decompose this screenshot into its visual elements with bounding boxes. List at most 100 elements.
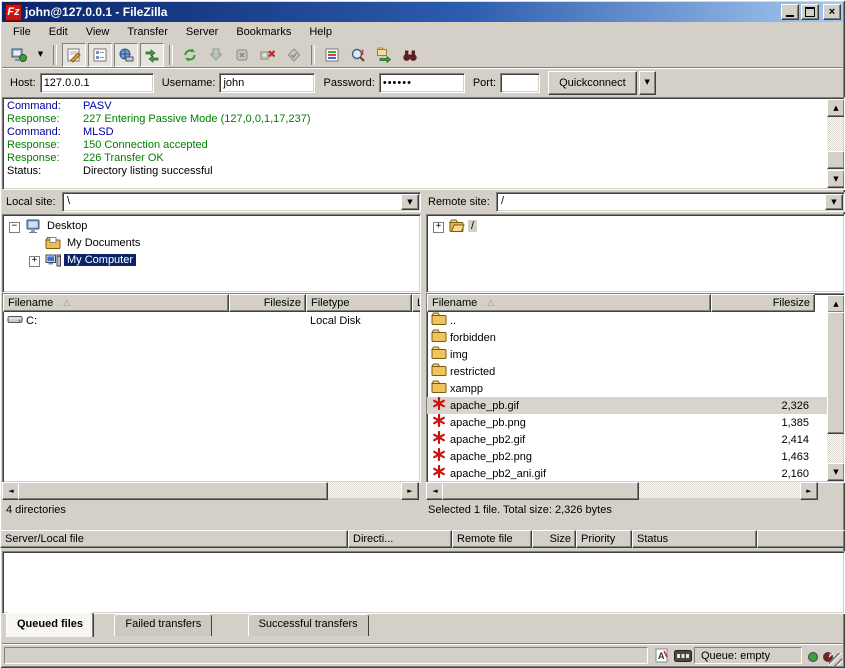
chevron-down-icon[interactable]: ▼ (401, 194, 419, 210)
toggle-local-tree-button[interactable] (88, 43, 112, 67)
remote-site-combo[interactable]: / ▼ (496, 192, 845, 212)
directory-comparison-button[interactable] (346, 43, 370, 67)
queue-column-directi-[interactable]: Directi... (348, 530, 452, 548)
log-line: Response:227 Entering Passive Mode (127,… (7, 113, 824, 126)
file-row--[interactable]: .. (427, 312, 827, 329)
folder-icon (431, 329, 447, 346)
column-header-filetype[interactable]: Filetype (306, 294, 412, 312)
speed-limits-icon[interactable] (674, 650, 692, 665)
find-files-button[interactable] (398, 43, 422, 67)
scroll-down-icon[interactable]: ▼ (827, 170, 845, 188)
reconnect-button[interactable] (282, 43, 306, 67)
queue-column-priority[interactable]: Priority (576, 530, 632, 548)
menu-bar: FileEditViewTransferServerBookmarksHelp (2, 22, 843, 42)
filename-cell: forbidden (427, 329, 711, 346)
menu-item-view[interactable]: View (77, 23, 119, 41)
port-input[interactable] (500, 73, 540, 93)
expand-icon[interactable]: + (433, 222, 444, 233)
tab-successful-transfers[interactable]: Successful transfers (248, 614, 369, 636)
image-file-icon (431, 465, 447, 482)
chevron-down-icon[interactable]: ▼ (825, 194, 843, 210)
quickconnect-dropdown-button[interactable]: ▼ (639, 71, 656, 95)
file-row-apache-pb2-ani-gif[interactable]: apache_pb2_ani.gif2,160 (427, 465, 827, 482)
remote-hscrollbar-thumb[interactable] (442, 482, 639, 500)
synchronized-browsing-button[interactable] (372, 43, 396, 67)
queue-body[interactable] (2, 551, 845, 614)
toggle-message-log-button[interactable] (62, 43, 86, 67)
disconnect-button[interactable] (256, 43, 280, 67)
folder-icon (431, 380, 447, 395)
menu-item-help[interactable]: Help (300, 23, 341, 41)
minimize-button[interactable] (781, 4, 799, 20)
directory-comparison-icon (350, 47, 366, 63)
log-scrollbar[interactable]: ▲ ▼ (827, 99, 843, 188)
refresh-button[interactable] (178, 43, 202, 67)
menu-item-transfer[interactable]: Transfer (118, 23, 177, 41)
cancel-button[interactable] (230, 43, 254, 67)
file-row-apache-pb-gif[interactable]: apache_pb.gif2,326 (427, 397, 827, 414)
process-queue-button[interactable] (204, 43, 228, 67)
queue-column-server-local-file[interactable]: Server/Local file (0, 530, 348, 548)
tab-failed-transfers[interactable]: Failed transfers (114, 614, 212, 636)
tree-item-my-documents[interactable]: My Documents (3, 235, 420, 252)
column-header-filesize[interactable]: Filesize (711, 294, 815, 312)
password-input[interactable] (379, 73, 465, 93)
remote-list-scrollbar-thumb[interactable] (827, 312, 845, 434)
site-manager-button[interactable] (7, 43, 31, 67)
filename-filters-icon (324, 47, 340, 63)
scroll-right-icon[interactable]: ► (800, 482, 818, 500)
resize-grip[interactable] (829, 653, 842, 666)
file-row-restricted[interactable]: restricted (427, 363, 827, 380)
local-list-hscrollbar[interactable]: ◄ ► (2, 482, 419, 498)
image-file-icon (431, 414, 447, 431)
expand-icon[interactable]: + (29, 256, 40, 267)
menu-item-edit[interactable]: Edit (40, 23, 77, 41)
log-line-label: Response: (7, 113, 83, 126)
toggle-remote-tree-button[interactable] (114, 43, 138, 67)
file-row-apache-pb2-gif[interactable]: apache_pb2.gif2,414 (427, 431, 827, 448)
tab-queued-files[interactable]: Queued files (6, 612, 94, 637)
tree-item--[interactable]: +/ (427, 218, 844, 235)
column-header-filename[interactable]: Filename△ (427, 294, 711, 312)
scroll-up-icon[interactable]: ▲ (827, 99, 845, 117)
queue-column-remote-file[interactable]: Remote file (452, 530, 532, 548)
scroll-right-icon[interactable]: ► (401, 482, 419, 500)
file-row-forbidden[interactable]: forbidden (427, 329, 827, 346)
scroll-down-icon[interactable]: ▼ (827, 463, 845, 481)
title-bar[interactable]: Fz john@127.0.0.1 - FileZilla × (2, 2, 843, 22)
find-files-icon (402, 47, 418, 63)
remote-list-scrollbar[interactable]: ▲ ▼ (827, 295, 843, 481)
collapse-icon[interactable]: − (9, 222, 20, 233)
username-input[interactable] (219, 73, 315, 93)
log-line: Response:150 Connection accepted (7, 139, 824, 152)
log-scrollbar-thumb[interactable] (827, 151, 845, 169)
listing-filter-icon[interactable]: A (654, 648, 670, 667)
queue-column-status[interactable]: Status (632, 530, 757, 548)
file-row-C-[interactable]: C:Local Disk (3, 312, 420, 329)
quickconnect-button[interactable]: Quickconnect (548, 71, 637, 95)
menu-item-server[interactable]: Server (177, 23, 227, 41)
file-row-img[interactable]: img (427, 346, 827, 363)
column-header-l[interactable]: L (412, 294, 421, 312)
tree-item-my-computer[interactable]: +My Computer (3, 252, 420, 269)
file-row-xampp[interactable]: xampp (427, 380, 827, 397)
log-line-label: Command: (7, 100, 83, 113)
tree-item-desktop[interactable]: −Desktop (3, 218, 420, 235)
menu-item-bookmarks[interactable]: Bookmarks (227, 23, 300, 41)
filename-filters-button[interactable] (320, 43, 344, 67)
site-manager-dropdown-button[interactable]: ▼ (33, 43, 48, 67)
menu-item-file[interactable]: File (4, 23, 40, 41)
file-row-apache-pb-png[interactable]: apache_pb.png1,385 (427, 414, 827, 431)
column-header-filename[interactable]: Filename△ (3, 294, 229, 312)
close-button[interactable]: × (823, 4, 841, 20)
local-site-combo[interactable]: \ ▼ (62, 192, 421, 212)
column-header-filesize[interactable]: Filesize (229, 294, 306, 312)
maximize-button[interactable] (801, 4, 819, 20)
scroll-up-icon[interactable]: ▲ (827, 295, 845, 313)
remote-list-hscrollbar[interactable]: ◄ ► (426, 482, 818, 498)
host-input[interactable] (40, 73, 154, 93)
queue-column-size[interactable]: Size (532, 530, 576, 548)
file-row-apache-pb2-png[interactable]: apache_pb2.png1,463 (427, 448, 827, 465)
toggle-transfer-queue-button[interactable] (140, 43, 164, 67)
local-hscrollbar-thumb[interactable] (18, 482, 328, 500)
